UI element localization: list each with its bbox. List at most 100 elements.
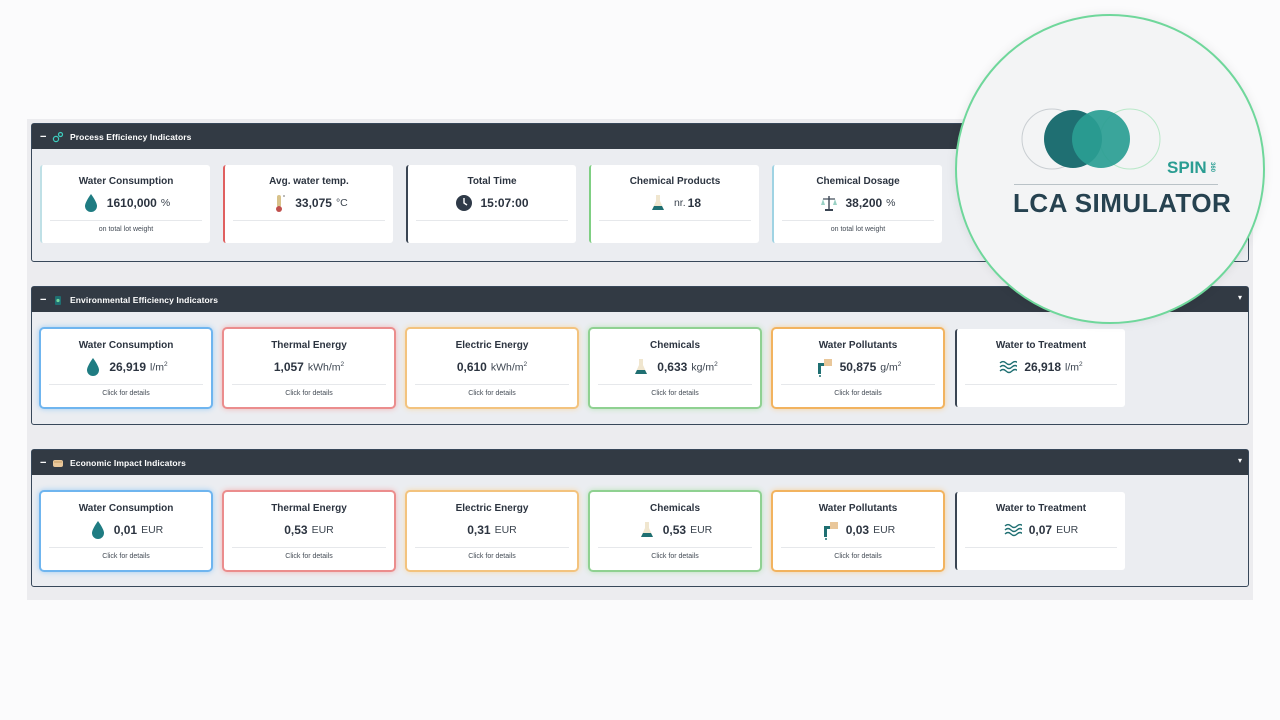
card-unit: g/m2 (880, 360, 902, 374)
card-value: 33,075 (295, 196, 332, 210)
card-total-time[interactable]: Total Time 15:07:00 (406, 165, 576, 243)
card-water-consumption[interactable]: Water Consumption 1610,000 % on total lo… (40, 165, 210, 243)
water-drop-icon (91, 521, 104, 539)
panel-header: − Economic Impact Indicators ▾ (32, 450, 1248, 475)
logo-product-name: LCA SIMULATOR (1013, 188, 1232, 218)
card-footnote: on total lot weight (98, 226, 154, 233)
card-unit: l/m2 (150, 360, 168, 374)
water-drop-icon (87, 358, 100, 376)
card-unit: EUR (690, 524, 713, 536)
card-avg-water-temp[interactable]: Avg. water temp. 33,075 °C (223, 165, 393, 243)
card-title: Water to Treatment (995, 340, 1087, 351)
divider (232, 547, 386, 548)
panel-title: Environmental Efficiency Indicators (70, 294, 219, 305)
card-title: Water Consumption (78, 176, 174, 187)
divider (232, 384, 386, 385)
card-unit: EUR (494, 524, 517, 536)
divider (415, 547, 569, 548)
card-chemical-dosage[interactable]: Chemical Dosage 38,200 % on total lot we… (772, 165, 942, 243)
card-water-consumption[interactable]: Water Consumption 0,01 EUR Click for det… (41, 492, 211, 570)
card-water-pollutants[interactable]: Water Pollutants 50,875 g/m2 Click for d… (773, 329, 943, 407)
divider (965, 384, 1117, 385)
card-water-to-treatment[interactable]: Water to Treatment 26,918 l/m2 (955, 329, 1125, 407)
details-link[interactable]: Click for details (224, 553, 394, 560)
card-unit: % (886, 197, 896, 209)
divider (416, 220, 568, 221)
card-title: Total Time (467, 176, 517, 187)
card-water-consumption[interactable]: Water Consumption 26,919 l/m2 Click for … (41, 329, 211, 407)
card-row: Water Consumption 0,01 EUR Click for det… (32, 475, 1248, 611)
gears-icon (52, 131, 64, 142)
card-electric-energy[interactable]: Electric Energy 0,610 kWh/m2 Click for d… (407, 329, 577, 407)
flask-icon (651, 195, 664, 210)
divider (781, 384, 935, 385)
details-link[interactable]: Click for details (407, 390, 577, 397)
details-link[interactable]: Click for details (590, 553, 760, 560)
chevron-down-icon[interactable]: ▾ (1238, 456, 1242, 465)
card-unit: EUR (1056, 524, 1079, 536)
divider (233, 220, 385, 221)
card-unit: % (160, 197, 171, 209)
card-title: Thermal Energy (271, 340, 347, 351)
card-value: 0,03 (845, 523, 870, 537)
card-value: 0,01 (113, 523, 138, 537)
divider (782, 220, 934, 221)
recycle-bin-icon (55, 295, 61, 305)
card-title: Water Consumption (78, 340, 174, 351)
details-link[interactable]: Click for details (41, 553, 211, 560)
divider (50, 220, 202, 221)
card-title: Chemicals (649, 340, 701, 351)
card-unit: EUR (873, 524, 896, 536)
card-thermal-energy[interactable]: Thermal Energy 1,057 kWh/m2 Click for de… (224, 329, 394, 407)
card-unit: EUR (311, 524, 334, 536)
details-link[interactable]: Click for details (590, 390, 760, 397)
card-electric-energy[interactable]: Electric Energy 0,31 EUR Click for detai… (407, 492, 577, 570)
card-value: 26,919 (109, 360, 147, 374)
card-value: 0,07 (1028, 523, 1053, 537)
divider (965, 547, 1117, 548)
details-link[interactable]: Click for details (407, 553, 577, 560)
card-water-to-treatment[interactable]: Water to Treatment 0,07 EUR (955, 492, 1125, 570)
logo-mark-icon (1021, 108, 1161, 170)
collapse-button[interactable]: − (40, 131, 50, 143)
card-value: 0,610 (456, 360, 487, 374)
details-link[interactable]: Click for details (773, 553, 943, 560)
flask-icon (640, 522, 653, 537)
card-title: Electric Energy (455, 340, 529, 351)
collapse-button[interactable]: − (40, 457, 50, 469)
card-unit: kWh/m2 (490, 360, 528, 374)
chevron-down-icon[interactable]: ▾ (1238, 293, 1242, 302)
card-unit: kWh/m2 (307, 360, 345, 374)
details-link[interactable]: Click for details (224, 390, 394, 397)
pipe-icon (823, 522, 838, 540)
money-icon (53, 459, 63, 467)
thermometer-icon (276, 195, 286, 212)
card-title: Chemical Dosage (816, 176, 900, 187)
card-chemicals[interactable]: Chemicals 0,53 EUR Click for details (590, 492, 760, 570)
logo-divider (1014, 184, 1218, 185)
waves-icon (1004, 523, 1022, 537)
card-title: Avg. water temp. (269, 176, 349, 187)
divider (49, 384, 203, 385)
divider (415, 384, 569, 385)
card-title: Water Pollutants (818, 340, 898, 351)
card-unit: EUR (141, 524, 164, 536)
card-row: Water Consumption 26,919 l/m2 Click for … (32, 312, 1248, 449)
card-chemical-products[interactable]: Chemical Products nr. 18 (589, 165, 759, 243)
collapse-button[interactable]: − (40, 294, 50, 306)
details-link[interactable]: Click for details (41, 390, 211, 397)
divider (598, 384, 752, 385)
divider (599, 220, 751, 221)
card-value: 26,918 (1024, 360, 1062, 374)
logo-brand: SPIN (1167, 158, 1207, 177)
card-value: 15:07:00 (480, 196, 529, 210)
card-water-pollutants[interactable]: Water Pollutants 0,03 EUR Click for deta… (773, 492, 943, 570)
card-thermal-energy[interactable]: Thermal Energy 0,53 EUR Click for detail… (224, 492, 394, 570)
card-value: 1610,000 (106, 196, 157, 210)
panel-title: Process Efficiency Indicators (70, 131, 192, 142)
card-title: Water to Treatment (995, 503, 1087, 514)
card-value: 0,633 (657, 360, 688, 374)
details-link[interactable]: Click for details (773, 390, 943, 397)
card-chemicals[interactable]: Chemicals 0,633 kg/m2 Click for details (590, 329, 760, 407)
card-value: 0,31 (467, 523, 491, 537)
